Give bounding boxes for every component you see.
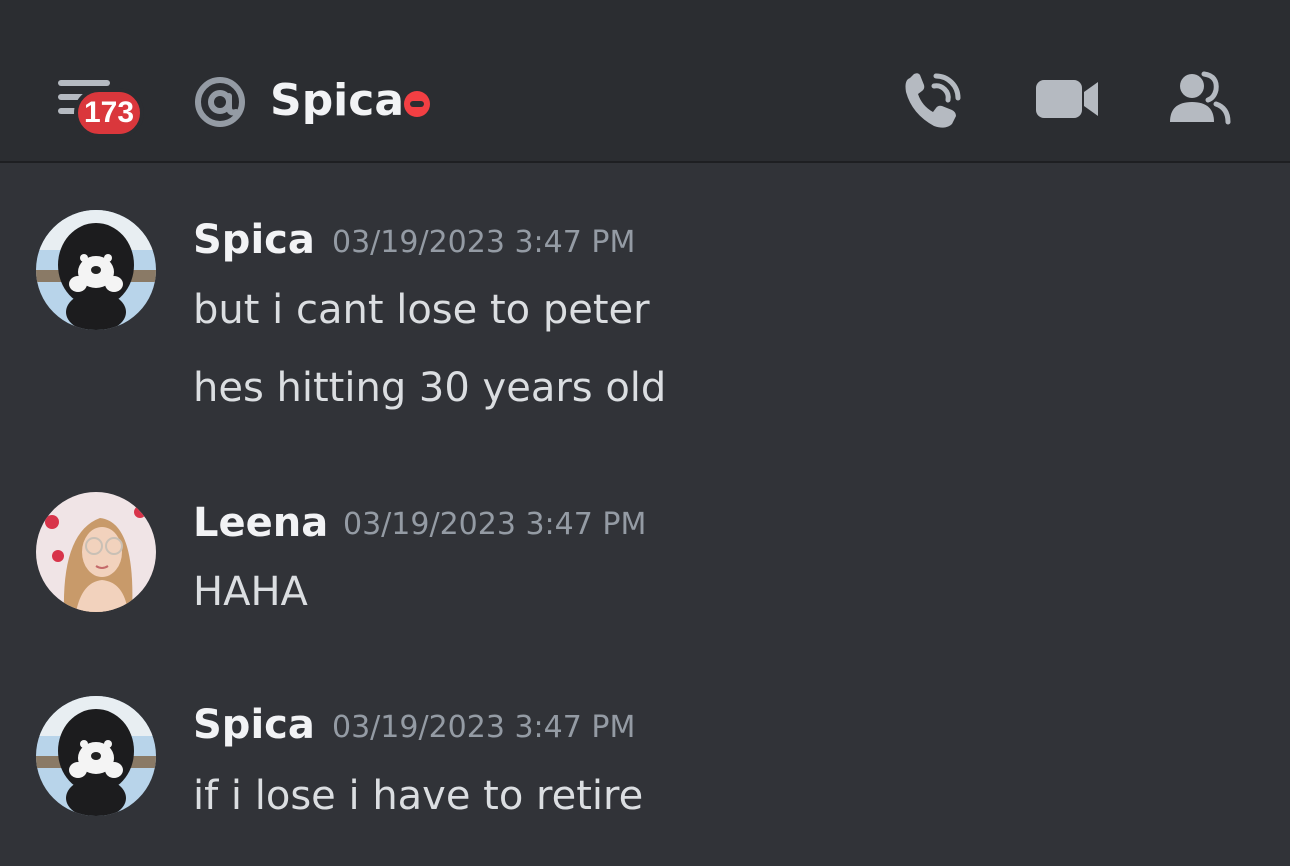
avatar-leena[interactable] — [36, 492, 156, 612]
message-author[interactable]: Spica — [193, 214, 315, 266]
channel-header: 173 Spica — [0, 0, 1290, 163]
unread-count-badge: 173 — [74, 88, 145, 138]
message-text: but i cant lose to peter — [193, 287, 650, 333]
channels-menu-button[interactable]: 173 — [48, 70, 152, 146]
video-camera-icon[interactable] — [1034, 70, 1102, 126]
message-author[interactable]: Leena — [193, 497, 328, 549]
do-not-disturb-icon — [404, 91, 430, 117]
message-text: hes hitting 30 years old — [193, 365, 667, 411]
avatar-spica[interactable] — [36, 696, 156, 816]
phone-call-icon[interactable] — [900, 70, 966, 132]
at-icon — [195, 77, 245, 127]
message-text: if i lose i have to retire — [193, 773, 644, 819]
members-icon[interactable] — [1166, 70, 1234, 128]
message-timestamp: 03/19/2023 3:47 PM — [332, 710, 636, 745]
message-text: HAHA — [193, 569, 308, 615]
channel-title: Spica — [270, 75, 405, 126]
avatar-spica[interactable] — [36, 210, 156, 330]
message-timestamp: 03/19/2023 3:47 PM — [343, 507, 647, 542]
message-timestamp: 03/19/2023 3:47 PM — [332, 225, 636, 260]
message-author[interactable]: Spica — [193, 699, 315, 751]
